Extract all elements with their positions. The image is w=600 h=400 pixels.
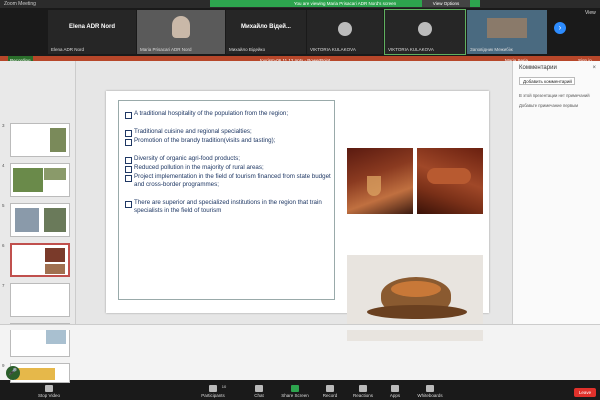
- participant-tile[interactable]: VIKTORIA KULAKOVA: [384, 9, 466, 55]
- participant-count: 10: [221, 384, 227, 389]
- share-screen-button[interactable]: Share Screen: [277, 385, 313, 398]
- view-button[interactable]: View: [585, 10, 596, 16]
- status-bar: [0, 324, 600, 330]
- bullet-item: Promotion of the brandy tradition(visits…: [125, 137, 331, 146]
- castle-image: [487, 18, 527, 38]
- reactions-button[interactable]: Reactions: [346, 385, 380, 398]
- participant-name-big: Elena ADR Nord: [68, 24, 116, 30]
- slide-thumbnails-panel: 3 4 5 6 7 8 9: [0, 61, 76, 383]
- view-options-button[interactable]: View Options: [422, 0, 470, 7]
- whiteboards-button[interactable]: Whiteboards: [410, 385, 450, 398]
- reactions-icon: [359, 385, 367, 392]
- participant-label: VIKTORIA KULAKOVA: [388, 47, 434, 52]
- chat-button[interactable]: Chat: [244, 385, 274, 398]
- slide-thumbnail-selected[interactable]: [10, 243, 70, 277]
- share-screen-icon: [291, 385, 299, 392]
- slide-thumbnail[interactable]: [10, 123, 70, 157]
- participant-label: Maria Prisacari ADR Nord: [140, 47, 192, 52]
- participant-tile[interactable]: VIKTORIA KULAKOVA: [307, 10, 383, 54]
- bullet-item: A traditional hospitality of the populat…: [125, 110, 331, 119]
- bullet-item: Traditional cuisine and regional special…: [125, 128, 331, 137]
- current-slide[interactable]: A traditional hospitality of the populat…: [106, 91, 489, 341]
- avatar-icon: [418, 22, 432, 36]
- sausages-photo: [417, 148, 483, 214]
- brandy-photo: [347, 148, 413, 214]
- participant-tile-video[interactable]: Maria Prisacari ADR Nord: [137, 10, 225, 54]
- record-button[interactable]: Record: [315, 385, 345, 398]
- bullet-item: Reduced pollution in the majority of rur…: [125, 164, 331, 173]
- participant-tile[interactable]: Михайло Відей... Михайло Відейко: [226, 10, 306, 54]
- apps-button[interactable]: Apps: [383, 385, 407, 398]
- slide-number: 4: [2, 163, 5, 168]
- record-icon: [326, 385, 334, 392]
- apps-icon: [391, 385, 399, 392]
- chat-icon: [255, 385, 263, 392]
- comments-pane: Комментарии × Добавить комментарий В это…: [512, 61, 600, 324]
- bullet-item: Diversity of organic agri-food products;: [125, 155, 331, 164]
- microphone-icon[interactable]: 🎤: [6, 366, 20, 380]
- avatar-icon: [338, 22, 352, 36]
- participant-label: Elena ADR Nord: [51, 47, 85, 52]
- participant-name-big: Михайло Відей...: [241, 24, 291, 30]
- slide-number: 3: [2, 123, 5, 128]
- comments-title: Комментарии: [519, 65, 557, 71]
- leave-button[interactable]: Leave: [574, 388, 596, 397]
- bullet-item: There are superior and specialized insti…: [125, 199, 331, 215]
- next-participants-button[interactable]: ›: [554, 22, 566, 34]
- participant-tile-video[interactable]: Заповідник Межибіж: [467, 10, 547, 54]
- participant-strip: Elena ADR Nord Elena ADR Nord Maria Pris…: [0, 8, 600, 56]
- slide-number: 7: [2, 283, 5, 288]
- zoom-toolbar: Stop Video Participants 10 Chat Share Sc…: [0, 384, 600, 400]
- close-icon[interactable]: ×: [592, 65, 596, 71]
- participant-tile[interactable]: Elena ADR Nord Elena ADR Nord: [48, 10, 136, 54]
- participant-label: Михайло Відейко: [229, 47, 266, 52]
- no-comments-text: В этой презентации нет примечаний: [519, 93, 590, 98]
- stop-video-button[interactable]: Stop Video: [32, 385, 66, 398]
- slide-thumbnail[interactable]: [10, 283, 70, 317]
- slide-thumbnail[interactable]: [10, 203, 70, 237]
- slide-number: 6: [2, 243, 5, 248]
- participant-label: VIKTORIA KULAKOVA: [310, 47, 356, 52]
- participant-label: Заповідник Межибіж: [470, 47, 513, 52]
- add-first-comment-text: Добавьте примечание первым: [519, 103, 578, 108]
- slide-number: 5: [2, 203, 5, 208]
- slide-number: 9: [2, 363, 5, 368]
- participants-icon: [209, 385, 217, 392]
- bullet-textbox[interactable]: A traditional hospitality of the populat…: [118, 100, 335, 300]
- video-icon: [45, 385, 53, 392]
- new-comment-button[interactable]: Добавить комментарий: [519, 77, 575, 85]
- slide-thumbnail[interactable]: [10, 163, 70, 197]
- participant-video: [172, 16, 190, 38]
- bullet-item: Project implementation in the field of t…: [125, 173, 331, 189]
- whiteboard-icon: [426, 385, 434, 392]
